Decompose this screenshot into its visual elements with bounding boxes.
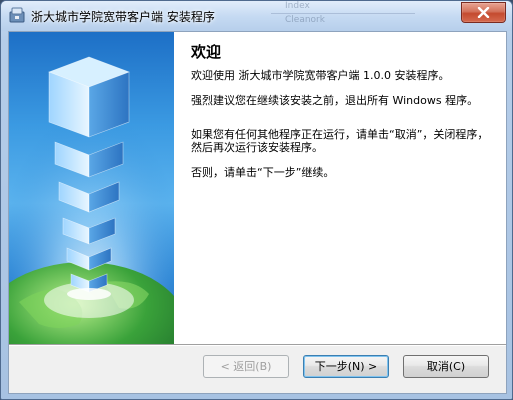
divider (9, 344, 506, 346)
window-title: 浙大城市学院宽带客户端 安装程序 (31, 10, 215, 24)
next-button[interactable]: 下一步(N) > (303, 355, 389, 378)
cancel-button[interactable]: 取消(C) (403, 355, 489, 378)
continue-instruction-text: 否则，请单击“下一步”继续。 (191, 166, 335, 179)
close-icon (477, 7, 490, 18)
building-globe-illustration (9, 32, 174, 344)
welcome-page: 欢迎 欢迎使用 浙大城市学院宽带客户端 1.0.0 安装程序。 强烈建议您在继续… (174, 32, 506, 344)
wizard-body: 欢迎 欢迎使用 浙大城市学院宽带客户端 1.0.0 安装程序。 强烈建议您在继续… (8, 31, 507, 394)
wizard-banner (9, 32, 174, 344)
installer-icon (9, 7, 25, 23)
back-button[interactable]: < 返回(B) (203, 355, 289, 378)
cancel-instruction-text: 如果您有任何其他程序正在运行，请单击“取消”，关闭程序，然后再次运行该安装程序。 (191, 128, 489, 154)
welcome-text: 欢迎使用 浙大城市学院宽带客户端 1.0.0 安装程序。 (191, 69, 450, 82)
title-bar[interactable]: Index Cleanork 浙大城市学院宽带客户端 安装程序 (1, 1, 512, 31)
background-window-hint: Index (271, 1, 415, 14)
installer-window: Index Cleanork 浙大城市学院宽带客户端 安装程序 欢迎 欢迎使用 … (0, 0, 513, 400)
page-title: 欢迎 (191, 43, 222, 61)
close-button[interactable] (461, 2, 506, 23)
background-window-hint: Cleanork (285, 15, 325, 25)
warning-text: 强烈建议您在继续该安装之前，退出所有 Windows 程序。 (191, 94, 479, 107)
